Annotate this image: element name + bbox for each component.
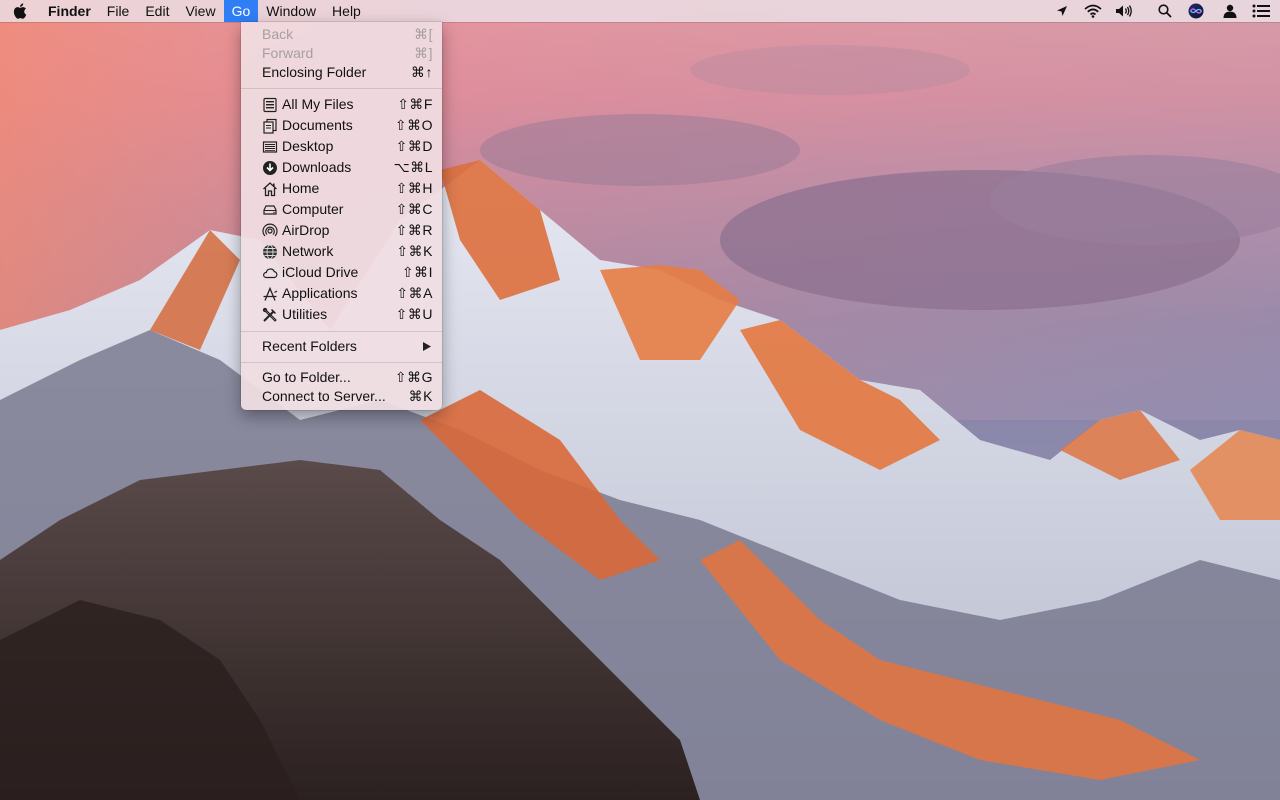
menu-item-label: Computer (282, 201, 344, 217)
volume-icon[interactable] (1108, 0, 1139, 22)
all-my-files-icon (263, 97, 277, 113)
menu-item-recent-folders[interactable]: Recent Folders (241, 337, 442, 356)
desktop-wallpaper (0, 0, 1280, 800)
menu-item-downloads[interactable]: Downloads ⌥⌘L (241, 158, 442, 177)
menu-item-desktop[interactable]: Desktop ⇧⌘D (241, 137, 442, 156)
shortcut-label: ⇧⌘K (396, 243, 433, 259)
menu-item-label: Home (282, 180, 320, 196)
menu-item-label: Go to Folder... (262, 369, 351, 385)
menu-item-label: iCloud Drive (282, 264, 359, 280)
wifi-icon[interactable] (1077, 0, 1108, 22)
shortcut-label: ⇧⌘I (401, 264, 433, 280)
menu-item-utilities[interactable]: Utilities ⇧⌘U (241, 305, 442, 324)
shortcut-label: ⇧⌘R (395, 222, 433, 238)
apple-menu-icon[interactable] (0, 0, 40, 22)
menu-item-label: Downloads (282, 159, 352, 175)
user-icon[interactable] (1214, 0, 1245, 22)
shortcut-label: ⌘↑ (411, 64, 433, 80)
network-icon (263, 244, 277, 260)
menu-go[interactable]: Go (223, 0, 259, 22)
siri-icon[interactable] (1180, 0, 1211, 22)
airdrop-icon (262, 223, 278, 237)
menu-item-label: Forward (262, 45, 314, 61)
shortcut-label: ⇧⌘U (395, 306, 433, 322)
menu-item-label: Connect to Server... (262, 388, 386, 404)
menu-item-label: All My Files (282, 96, 354, 112)
menu-item-label: Desktop (282, 138, 334, 154)
menu-item-forward[interactable]: Forward ⌘] (241, 44, 442, 63)
menu-item-computer[interactable]: Computer ⇧⌘C (241, 200, 442, 219)
desktop-icon (262, 141, 278, 153)
menu-item-label: Enclosing Folder (262, 64, 367, 80)
menu-item-icloud-drive[interactable]: iCloud Drive ⇧⌘I (241, 263, 442, 282)
submenu-arrow-icon (423, 342, 431, 351)
menu-item-back[interactable]: Back ⌘[ (241, 25, 442, 44)
menu-bar: Finder File Edit View Go Window Help (0, 0, 1280, 22)
applications-icon (263, 286, 278, 301)
shortcut-label: ⌥⌘L (393, 159, 433, 175)
menu-item-applications[interactable]: Applications ⇧⌘A (241, 284, 442, 303)
notification-center-icon[interactable] (1245, 0, 1276, 22)
menu-item-enclosing-folder[interactable]: Enclosing Folder ⌘↑ (241, 63, 442, 82)
shortcut-label: ⌘[ (414, 26, 433, 42)
menu-item-label: Utilities (282, 306, 328, 322)
shortcut-label: ⌘K (408, 388, 433, 404)
menu-window[interactable]: Window (258, 0, 324, 22)
shortcut-label: ⇧⌘O (394, 117, 433, 133)
menu-item-label: Back (262, 26, 294, 42)
menu-item-all-my-files[interactable]: All My Files ⇧⌘F (241, 95, 442, 114)
icloud-drive-icon (263, 268, 278, 279)
app-menu-finder[interactable]: Finder (40, 0, 99, 22)
downloads-icon (263, 161, 277, 175)
location-icon[interactable] (1046, 0, 1077, 22)
menu-help[interactable]: Help (324, 0, 369, 22)
go-menu-dropdown: Back ⌘[ Forward ⌘] Enclosing Folder ⌘↑ A… (241, 22, 442, 410)
shortcut-label: ⇧⌘H (395, 180, 433, 196)
menu-separator (241, 331, 442, 332)
menu-item-connect-to-server[interactable]: Connect to Server... ⌘K (241, 387, 442, 406)
shortcut-label: ⇧⌘F (397, 96, 433, 112)
menu-item-home[interactable]: Home ⇧⌘H (241, 179, 442, 198)
menu-item-label: Network (282, 243, 334, 259)
menu-item-airdrop[interactable]: AirDrop ⇧⌘R (241, 221, 442, 240)
shortcut-label: ⇧⌘D (395, 138, 433, 154)
spotlight-icon[interactable] (1149, 0, 1180, 22)
menu-item-label: AirDrop (282, 222, 330, 238)
menu-view[interactable]: View (177, 0, 223, 22)
shortcut-label: ⇧⌘G (394, 369, 433, 385)
shortcut-label: ⌘] (414, 45, 433, 61)
computer-icon (263, 205, 277, 215)
menu-item-label: Documents (282, 117, 353, 133)
desktop[interactable]: Finder File Edit View Go Window Help Bac… (0, 0, 1280, 800)
menu-separator (241, 88, 442, 89)
documents-icon (263, 118, 277, 134)
menu-item-go-to-folder[interactable]: Go to Folder... ⇧⌘G (241, 368, 442, 387)
menu-edit[interactable]: Edit (137, 0, 177, 22)
menu-item-documents[interactable]: Documents ⇧⌘O (241, 116, 442, 135)
menu-item-label: Applications (282, 285, 358, 301)
utilities-icon (262, 307, 277, 322)
status-area (1046, 0, 1280, 22)
menu-item-label: Recent Folders (262, 338, 357, 354)
menu-separator (241, 362, 442, 363)
shortcut-label: ⇧⌘A (396, 285, 433, 301)
menu-item-network[interactable]: Network ⇧⌘K (241, 242, 442, 261)
shortcut-label: ⇧⌘C (395, 201, 433, 217)
home-icon (263, 182, 277, 197)
menu-file[interactable]: File (99, 0, 138, 22)
